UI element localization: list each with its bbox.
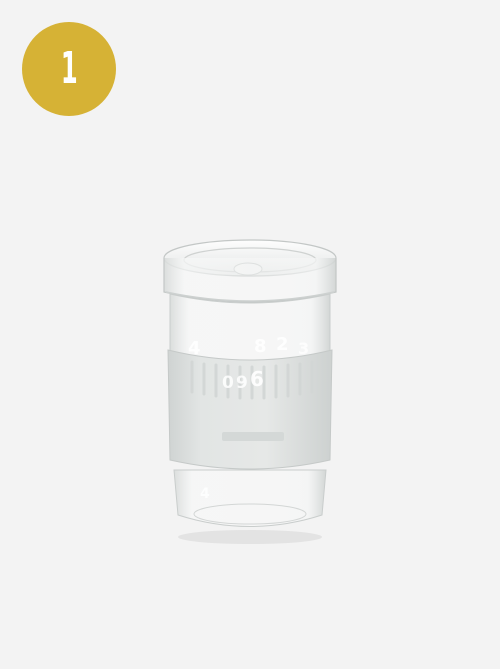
glass-cup-image: 4 8 2 3 4 0 9 6: [130, 220, 370, 560]
step-number: 1: [60, 43, 78, 94]
product-photo-canvas: 1 4 8 2 3 4 0 9 6: [0, 0, 500, 669]
svg-text:6: 6: [250, 367, 264, 391]
svg-text:2: 2: [276, 334, 289, 355]
cup-lid: [163, 239, 337, 303]
svg-text:4: 4: [200, 486, 210, 502]
step-number-badge: 1: [22, 22, 116, 116]
brand-logo: [222, 432, 284, 441]
svg-text:8: 8: [254, 336, 267, 357]
svg-text:0: 0: [222, 373, 234, 393]
svg-text:9: 9: [236, 373, 248, 393]
cup-sleeve: 0 9 6: [167, 349, 333, 470]
cup-shadow: [178, 530, 322, 544]
